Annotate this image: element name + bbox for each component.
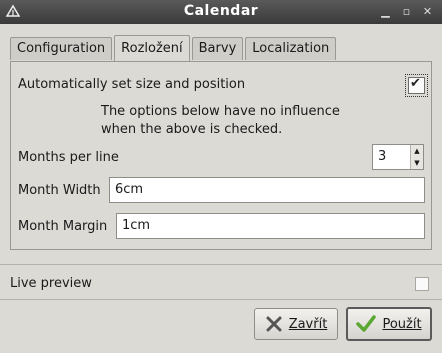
auto-size-checkbox[interactable] — [405, 74, 428, 97]
live-preview-checkbox[interactable] — [415, 277, 429, 291]
spin-arrows[interactable]: ▲ ▼ — [410, 145, 423, 169]
title-bar: Calendar ▁ ▫ ✕ — [0, 0, 442, 24]
layout-panel: Automatically set size and position The … — [10, 61, 432, 250]
close-x-icon — [266, 316, 282, 332]
tab-layout[interactable]: Rozložení — [114, 35, 190, 61]
live-preview-label: Live preview — [10, 276, 92, 291]
info-line-2: when the above is checked. — [101, 122, 283, 137]
month-margin-field[interactable]: 1cm — [116, 213, 425, 239]
maximize-icon[interactable]: ▫ — [401, 6, 412, 17]
months-per-line-value: 3 — [378, 149, 387, 164]
tab-configuration[interactable]: Configuration — [10, 37, 113, 60]
separator — [0, 264, 442, 265]
close-window-icon[interactable]: ✕ — [422, 6, 433, 17]
minimize-icon[interactable]: ▁ — [380, 6, 391, 17]
apply-button[interactable]: Použít — [346, 307, 432, 341]
checkmark-icon — [356, 315, 377, 332]
spin-down-icon[interactable]: ▼ — [411, 157, 423, 169]
window-title: Calendar — [183, 3, 259, 19]
month-width-label: Month Width — [18, 183, 101, 198]
month-width-field[interactable]: 6cm — [109, 177, 425, 203]
months-per-line-label: Months per line — [18, 150, 119, 165]
tab-localization[interactable]: Localization — [245, 37, 337, 60]
month-margin-label: Month Margin — [18, 219, 108, 234]
tab-colors[interactable]: Barvy — [191, 37, 244, 60]
close-button-label: Zavřít — [288, 316, 328, 332]
auto-size-label: Automatically set size and position — [18, 77, 246, 92]
info-line-1: The options below have no influence — [101, 104, 340, 119]
apply-button-label: Použít — [382, 316, 422, 332]
close-button[interactable]: Zavřít — [254, 308, 338, 340]
tab-bar: Configuration Rozložení Barvy Localizati… — [10, 35, 338, 61]
spin-up-icon[interactable]: ▲ — [411, 145, 423, 157]
separator-bottom — [0, 299, 442, 300]
months-per-line-spinbox[interactable]: 3 ▲ ▼ — [372, 144, 424, 170]
